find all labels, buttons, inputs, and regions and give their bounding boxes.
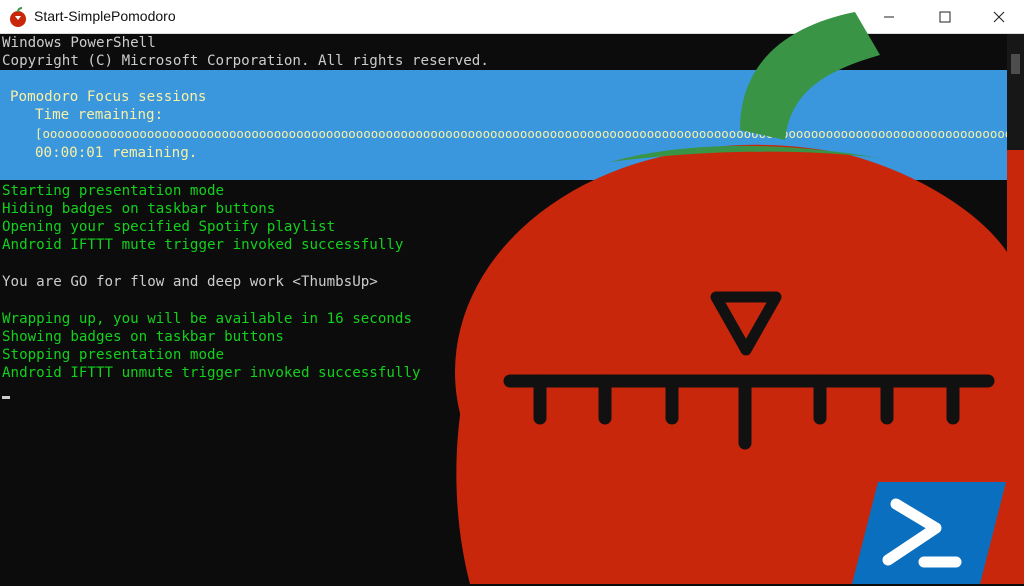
- minimize-icon: [884, 16, 894, 18]
- output-line: Wrapping up, you will be available in 16…: [2, 311, 412, 327]
- scrollbar-thumb[interactable]: [1011, 54, 1020, 74]
- maximize-icon: [939, 11, 951, 23]
- minimize-button[interactable]: [862, 0, 916, 34]
- powershell-logo-icon: [852, 482, 1006, 584]
- output-line: Opening your specified Spotify playlist: [2, 219, 336, 235]
- output-line: Android IFTTT unmute trigger invoked suc…: [2, 365, 421, 381]
- scrollbar[interactable]: [1007, 34, 1024, 584]
- output-line: Showing badges on taskbar buttons: [2, 329, 284, 345]
- window-titlebar[interactable]: Start-SimplePomodoro: [0, 0, 1024, 34]
- tomato-icon: [10, 7, 26, 27]
- output-line: You are GO for flow and deep work <Thumb…: [2, 274, 378, 290]
- output-line: Android IFTTT mute trigger invoked succe…: [2, 237, 404, 253]
- progress-remaining: 00:00:01 remaining.: [35, 145, 198, 161]
- window-title: Start-SimplePomodoro: [34, 8, 176, 24]
- output-line: Hiding badges on taskbar buttons: [2, 201, 276, 217]
- progress-bar: [ooooooooooooooooooooooooooooooooooooooo…: [35, 126, 1007, 141]
- close-button[interactable]: [972, 0, 1024, 34]
- progress-panel: Pomodoro Focus sessions Time remaining: …: [0, 70, 1007, 180]
- console-header-line: Windows PowerShell: [2, 35, 156, 51]
- progress-status: Time remaining:: [35, 107, 164, 123]
- console-header-line: Copyright (C) Microsoft Corporation. All…: [2, 53, 489, 69]
- text-cursor: [2, 396, 10, 399]
- close-icon: [993, 11, 1005, 23]
- output-line: Starting presentation mode: [2, 183, 225, 199]
- maximize-button[interactable]: [918, 0, 972, 34]
- progress-activity: Pomodoro Focus sessions: [10, 89, 207, 105]
- output-line: Stopping presentation mode: [2, 347, 225, 363]
